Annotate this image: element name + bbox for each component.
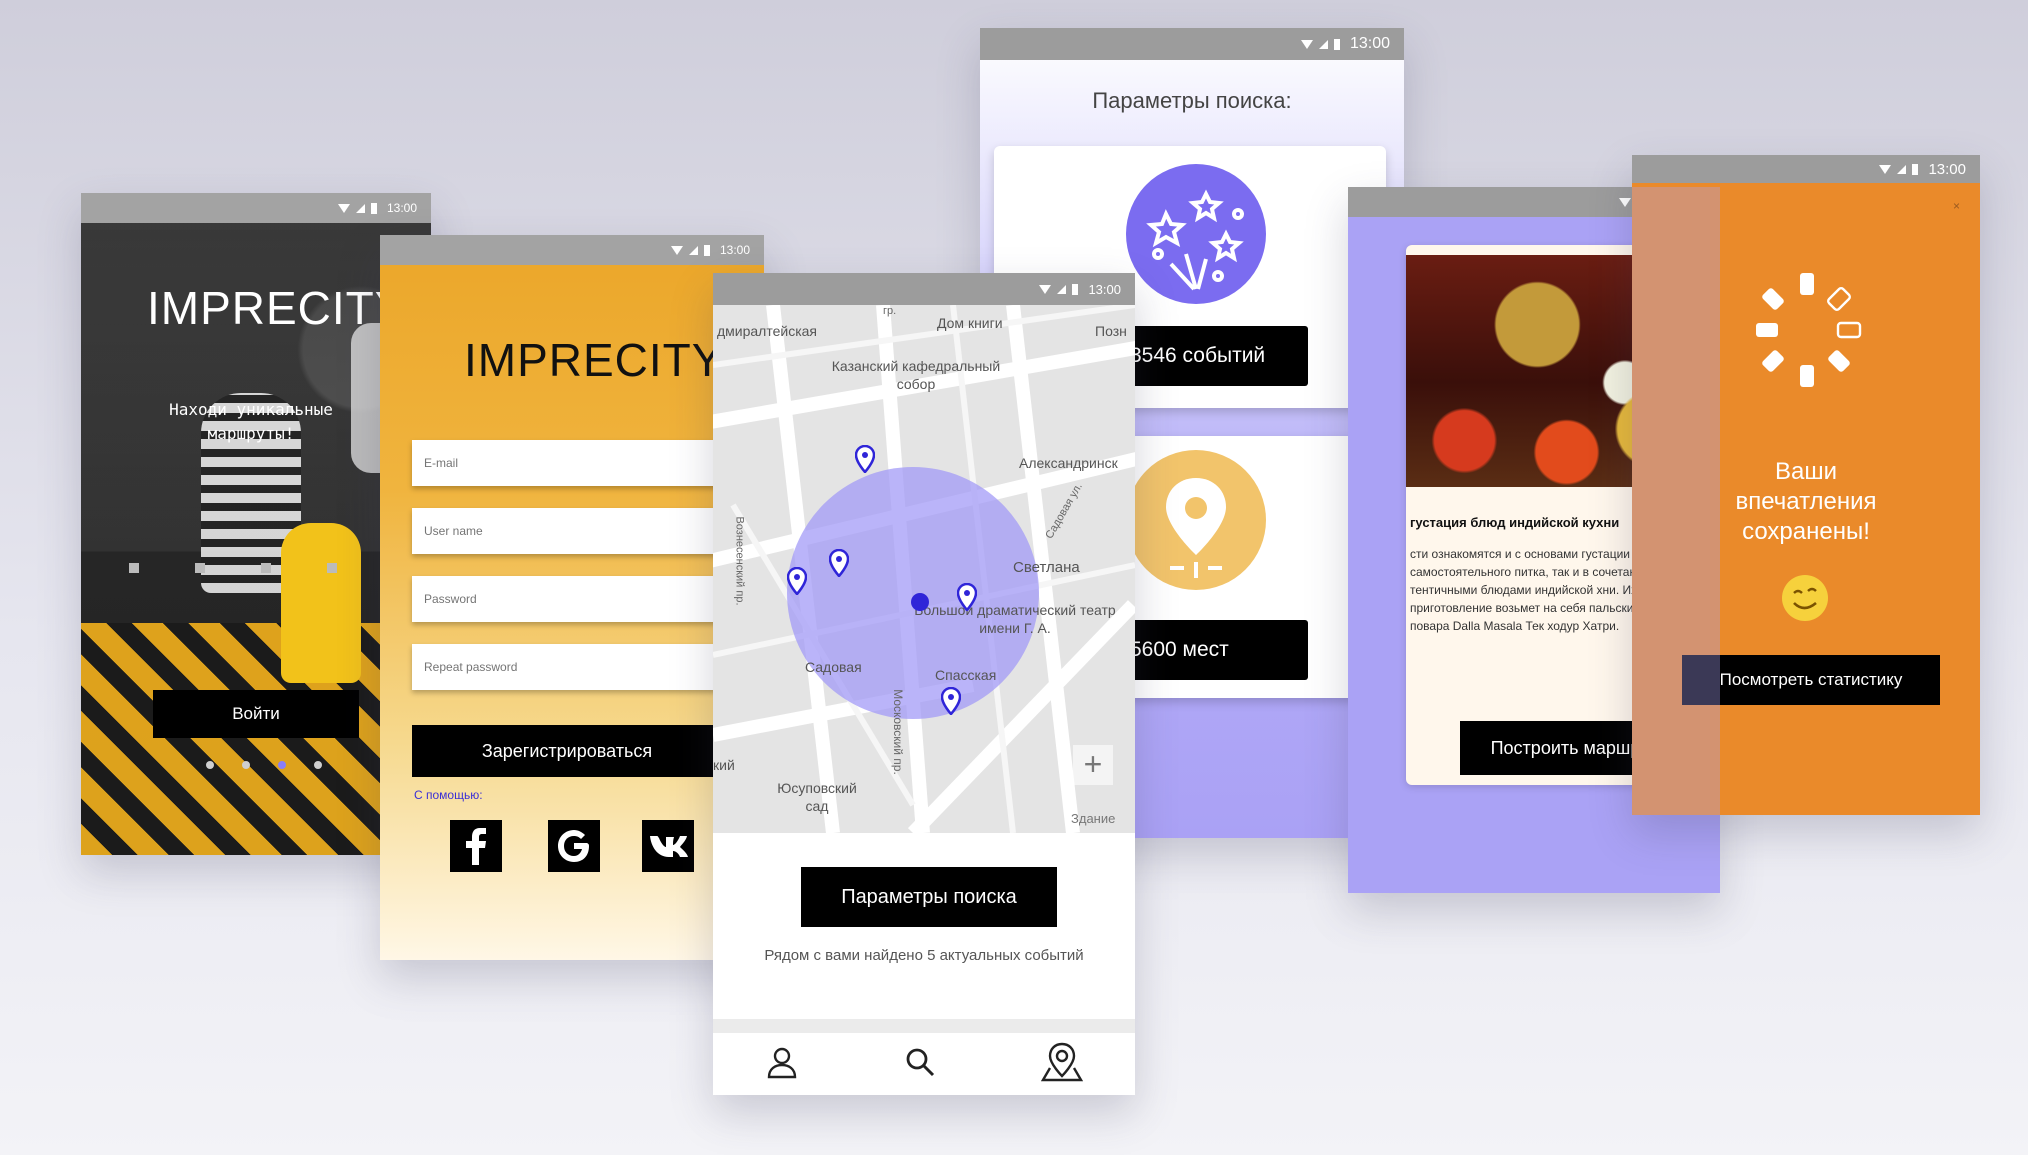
fireworks-icon: [1126, 164, 1266, 304]
loading-spinner-icon: [1752, 265, 1862, 400]
map-screen: 13:00 гр. дмиралтейская Дом книги Позн К…: [713, 273, 1135, 1095]
current-location-dot: [911, 593, 929, 611]
google-icon[interactable]: [548, 820, 600, 872]
page-dot[interactable]: [242, 761, 250, 769]
page-indicator: [206, 761, 322, 769]
register-button[interactable]: Зарегистрироваться: [412, 725, 722, 777]
map-label: дмиралтейская: [717, 323, 818, 339]
status-icons: [1300, 38, 1340, 50]
map-label: Садовая: [805, 659, 862, 675]
register-screen: 13:00 IMPRECITY Зарегистрироваться С пом…: [380, 235, 764, 960]
facebook-icon[interactable]: [450, 820, 502, 872]
view-stats-button[interactable]: Посмотреть статистику: [1682, 655, 1940, 705]
status-time: 13:00: [1088, 281, 1121, 297]
welcome-screen: 13:00 IMPRECITY Находи уникальные маршру…: [81, 193, 431, 855]
map-label: Казанский кафедральный собор: [831, 358, 1001, 392]
login-button[interactable]: Войти: [153, 690, 359, 738]
map-label: Юсуповский сад: [777, 780, 857, 814]
map-pin-icon[interactable]: [941, 687, 961, 715]
bottom-tab-bar: [713, 1019, 1135, 1095]
status-bar: 13:00: [81, 193, 431, 223]
map-label: Спасская: [935, 667, 997, 683]
map-label: Светлана: [1013, 559, 1080, 576]
photo-figure: [281, 523, 361, 683]
close-icon[interactable]: ×: [1953, 199, 1960, 213]
search-params-button[interactable]: Параметры поиска: [801, 867, 1057, 927]
map-pin-icon[interactable]: [957, 583, 977, 611]
decorative-dots: [129, 563, 337, 573]
map-label: Дом книги: [937, 315, 1003, 331]
page-dot[interactable]: [206, 761, 214, 769]
status-time: 13:00: [1349, 35, 1390, 52]
status-icons: [337, 202, 377, 214]
map-view[interactable]: гр. дмиралтейская Дом книги Позн Казанск…: [713, 305, 1135, 833]
map-icon[interactable]: [1040, 1042, 1083, 1087]
status-bar: 13:00: [380, 235, 764, 265]
vk-icon[interactable]: [642, 820, 694, 872]
events-count-button[interactable]: 3546 событий: [1114, 326, 1308, 386]
map-label: кий: [713, 757, 735, 773]
map-pin-icon[interactable]: [787, 567, 807, 595]
social-login-label: С помощью:: [414, 788, 483, 802]
email-field[interactable]: [412, 440, 742, 486]
map-label: гр.: [883, 305, 897, 317]
map-pin-icon[interactable]: [855, 445, 875, 473]
status-time: 13:00: [1928, 160, 1966, 178]
page-title: Параметры поиска:: [1092, 88, 1292, 113]
map-pin-icon[interactable]: [829, 549, 849, 577]
tagline: Находи уникальные маршруты!: [169, 400, 333, 443]
search-icon[interactable]: [904, 1046, 936, 1083]
map-bottom-panel: Параметры поиска Рядом с вами найдено 5 …: [713, 833, 1135, 1095]
places-count-button[interactable]: 5600 мест: [1114, 620, 1308, 680]
status-time: 13:00: [386, 201, 417, 215]
map-label: Вознесенский пр.: [733, 516, 746, 606]
repeat-password-field[interactable]: [412, 644, 742, 690]
smile-emoji-icon: [1782, 575, 1828, 621]
status-bar: 13:00: [1632, 155, 1980, 183]
saved-text: Ваши впечатления сохранены!: [1735, 458, 1877, 545]
status-time: 13:00: [719, 243, 750, 257]
found-events-text: Рядом с вами найдено 5 актуальных событи…: [764, 947, 1084, 964]
map-label: Позн: [1095, 323, 1127, 339]
zoom-in-button[interactable]: +: [1073, 745, 1113, 785]
status-icons: [1039, 283, 1079, 295]
street-pattern: [81, 623, 431, 855]
app-logo-text: IMPRECITY: [147, 282, 407, 334]
password-field[interactable]: [412, 576, 742, 622]
status-icons: [1879, 163, 1919, 175]
profile-icon[interactable]: [765, 1045, 799, 1084]
username-field[interactable]: [412, 508, 742, 554]
page-dot[interactable]: [314, 761, 322, 769]
map-label: Большой драматический театр имени Г. А.: [914, 602, 1116, 636]
event-title: густация блюд индийской кухни: [1410, 515, 1620, 530]
map-label: Александринск: [1019, 455, 1118, 471]
map-label: Московский пр.: [890, 689, 905, 775]
status-icons: [670, 244, 710, 256]
status-bar: 13:00: [980, 28, 1404, 60]
app-logo-text: IMPRECITY: [464, 334, 724, 386]
map-label: Здание: [1071, 811, 1116, 826]
page-dot-active[interactable]: [278, 761, 286, 769]
status-bar: 13:00: [713, 273, 1135, 305]
location-pin-icon: [1126, 450, 1266, 590]
overlay-strip: [1632, 187, 1720, 815]
